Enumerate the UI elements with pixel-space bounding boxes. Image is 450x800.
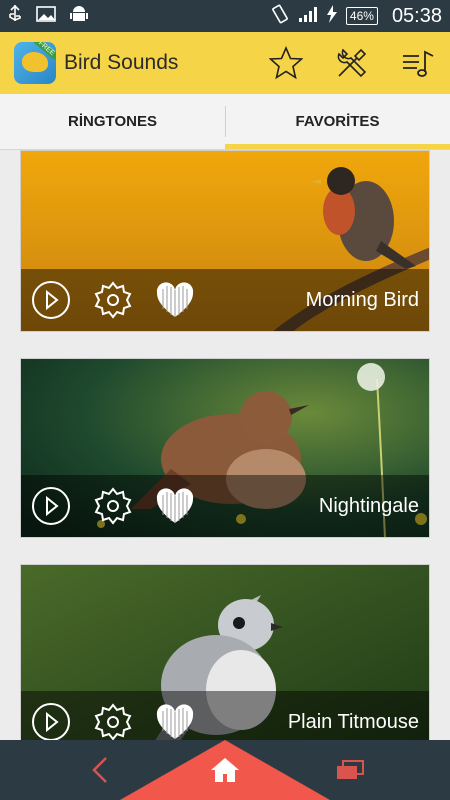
favorites-list[interactable]: Morning Bird Nightingale Plain Titmouse [0,150,450,740]
play-button[interactable] [31,280,71,320]
gear-icon [94,281,132,319]
heart-icon [156,488,194,523]
card-controls: Morning Bird [21,269,429,331]
list-item[interactable]: Morning Bird [20,150,430,332]
app-logo: FREE [14,42,56,84]
settings-tools-button[interactable] [334,45,370,81]
gear-icon [94,703,132,740]
home-icon [211,758,239,782]
tab-ringtones-label: RİNGTONES [68,113,157,130]
card-title: Morning Bird [305,288,419,311]
play-icon [32,487,70,525]
recent-apps-icon [337,760,364,779]
clock: 05:38 [391,4,442,27]
list-item[interactable]: Plain Titmouse [20,564,430,740]
card-controls: Plain Titmouse [21,691,429,740]
tab-ringtones[interactable]: RİNGTONES [0,94,225,149]
star-icon [269,46,303,80]
settings-button[interactable] [93,486,133,526]
tools-icon [337,48,367,78]
charging-icon [326,4,338,29]
favorite-button[interactable] [155,486,195,526]
card-title: Nightingale [318,494,419,517]
home-button[interactable] [195,740,255,800]
vibrate-icon [270,4,290,29]
card-controls: Nightingale [21,475,429,537]
playlist-button[interactable] [400,45,436,81]
favorite-button[interactable] [155,280,195,320]
tab-bar: RİNGTONES FAVORİTES [0,94,450,150]
battery-level: 46% [345,7,378,25]
play-icon [32,703,70,740]
bottom-navigation [0,740,450,800]
favorite-star-button[interactable] [268,45,304,81]
favorite-button[interactable] [155,702,195,740]
music-list-icon [403,50,434,77]
chevron-left-icon [92,757,107,783]
tab-favorites[interactable]: FAVORİTES [225,94,450,149]
usb-icon [8,4,22,29]
card-title: Plain Titmouse [287,710,419,733]
settings-button[interactable] [93,280,133,320]
play-button[interactable] [31,702,71,740]
settings-button[interactable] [93,702,133,740]
app-bar: FREE Bird Sounds [0,32,450,94]
heart-icon [156,282,194,317]
signal-icon [298,5,318,28]
recent-apps-button[interactable] [320,740,380,800]
tab-favorites-label: FAVORİTES [295,113,380,130]
heart-icon [156,704,194,739]
gear-icon [94,487,132,525]
list-item[interactable]: Nightingale [20,358,430,538]
android-icon [70,4,88,29]
image-icon [36,5,56,28]
app-title: Bird Sounds [64,51,179,74]
play-icon [32,281,70,319]
play-button[interactable] [31,486,71,526]
status-bar: 46% 05:38 [0,0,450,32]
